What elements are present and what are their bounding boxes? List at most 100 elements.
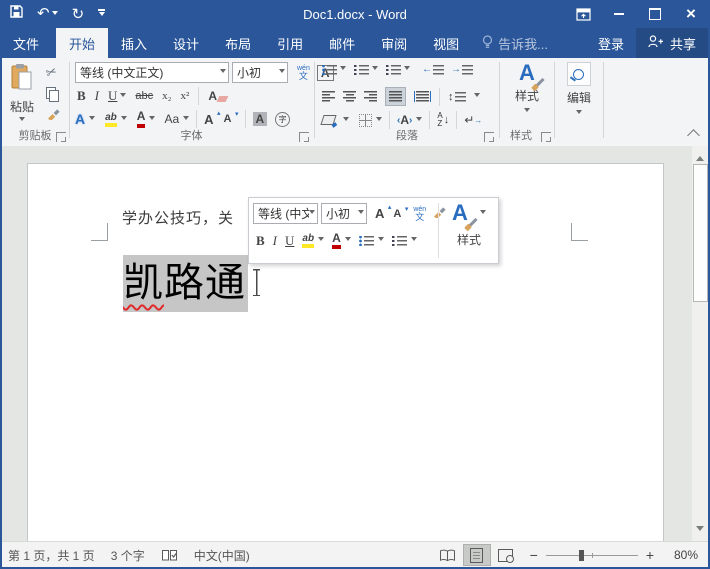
tab-file[interactable]: 文件 xyxy=(0,28,52,58)
close-button[interactable]: × xyxy=(678,3,704,25)
bold-button[interactable]: B xyxy=(77,88,86,104)
mini-grow-font-button[interactable]: A xyxy=(375,203,392,221)
mini-numbering-icon[interactable] xyxy=(391,235,407,246)
zoom-slider[interactable] xyxy=(545,549,638,561)
strikethrough-button[interactable]: abc xyxy=(135,90,153,102)
line-spacing-icon[interactable] xyxy=(448,91,466,103)
scrollbar-thumb[interactable] xyxy=(693,164,708,302)
share-button[interactable]: 共享 xyxy=(635,28,708,58)
clipboard-dialog-launcher-icon[interactable] xyxy=(56,132,66,142)
underline-button[interactable]: U xyxy=(108,88,127,104)
mini-font-color-button[interactable]: A xyxy=(332,231,341,250)
font-color-button[interactable]: A xyxy=(136,110,146,128)
zoom-slider-thumb[interactable] xyxy=(578,549,584,561)
asian-layout-label: A xyxy=(400,113,410,127)
decrease-indent-icon[interactable] xyxy=(422,64,444,75)
mini-shrink-font-button[interactable]: A xyxy=(393,205,408,220)
mini-underline-button[interactable]: U xyxy=(285,233,294,249)
margin-mark-right xyxy=(571,223,588,241)
mini-styles-button[interactable]: A 样式 xyxy=(445,202,493,248)
mini-font-size-combo[interactable]: 小初 xyxy=(321,203,367,224)
zoom-in-button[interactable]: + xyxy=(646,547,654,563)
sign-in-button[interactable]: 登录 xyxy=(586,28,636,58)
tab-insert[interactable]: 插入 xyxy=(108,28,160,58)
numbering-icon[interactable] xyxy=(354,64,369,75)
paste-button[interactable]: 粘贴 xyxy=(4,63,40,124)
tab-layout[interactable]: 布局 xyxy=(212,28,264,58)
align-center-icon[interactable] xyxy=(343,91,356,102)
text-effects-button[interactable]: A xyxy=(75,111,85,127)
web-layout-button[interactable] xyxy=(493,545,519,565)
tab-references[interactable]: 引用 xyxy=(264,28,316,58)
phonetic-guide-icon[interactable]: wén 文 xyxy=(297,65,310,81)
proofing-icon[interactable] xyxy=(153,549,186,562)
mini-bold-button[interactable]: B xyxy=(256,233,265,249)
mini-highlight-button[interactable]: ab xyxy=(302,233,315,249)
sort-button[interactable]: AZ xyxy=(437,112,449,128)
editing-button[interactable]: 编辑 xyxy=(566,62,591,117)
numbering-dropdown-icon xyxy=(372,66,378,73)
mini-italic-button[interactable]: I xyxy=(273,233,277,249)
styles-button[interactable]: 样式A 样式 xyxy=(515,62,545,115)
multilevel-list-icon[interactable] xyxy=(386,64,401,75)
shading-bucket-icon[interactable] xyxy=(320,115,337,125)
read-mode-button[interactable] xyxy=(435,545,461,565)
superscript-button[interactable]: x² xyxy=(181,90,190,102)
styles-dialog-launcher-icon[interactable] xyxy=(541,132,551,142)
clear-formatting-button[interactable]: A xyxy=(208,89,225,103)
font-size-combo[interactable]: 小初 xyxy=(232,62,288,83)
tell-me-box[interactable]: 告诉我... xyxy=(472,28,558,58)
mini-font-name-combo[interactable]: 等线 (中文 xyxy=(253,203,318,224)
font-name-combo[interactable]: 等线 (中文正文) xyxy=(75,62,229,83)
distribute-icon[interactable] xyxy=(414,91,431,102)
grow-font-button[interactable]: A xyxy=(204,109,221,127)
zoom-controls: − + xyxy=(520,547,664,563)
enclose-characters-button[interactable]: 字 xyxy=(275,111,291,127)
word-count[interactable]: 3 个字 xyxy=(103,547,153,564)
scroll-down-icon[interactable] xyxy=(696,526,704,535)
tab-home[interactable]: 开始 xyxy=(56,28,109,58)
group-separator xyxy=(554,62,555,138)
italic-button[interactable]: I xyxy=(95,88,99,104)
justify-button-active[interactable] xyxy=(385,87,406,106)
vertical-scrollbar[interactable] xyxy=(692,146,708,541)
share-label: 共享 xyxy=(669,36,696,52)
align-right-icon[interactable] xyxy=(364,91,377,102)
lightbulb-icon xyxy=(482,34,493,52)
scroll-up-icon[interactable] xyxy=(696,152,704,161)
language-indicator[interactable]: 中文(中国) xyxy=(186,547,258,564)
paragraph-dialog-launcher-icon[interactable] xyxy=(484,132,494,142)
zoom-level[interactable]: 80% xyxy=(664,548,698,562)
page-indicator[interactable]: 第 1 页，共 1 页 xyxy=(0,547,103,564)
tab-mailings[interactable]: 邮件 xyxy=(316,28,368,58)
borders-icon[interactable] xyxy=(359,113,372,127)
increase-indent-icon[interactable] xyxy=(451,64,473,75)
print-layout-button[interactable] xyxy=(462,544,491,566)
mini-phonetic-guide-icon[interactable]: wén 文 xyxy=(413,206,426,222)
copy-icon[interactable] xyxy=(46,87,59,102)
tab-view[interactable]: 视图 xyxy=(420,28,472,58)
mini-bullets-icon[interactable] xyxy=(358,235,374,246)
cut-icon[interactable]: ✂ xyxy=(44,62,63,82)
zoom-out-button[interactable]: − xyxy=(530,547,538,563)
align-left-icon[interactable] xyxy=(322,91,335,102)
bullets-icon[interactable] xyxy=(322,64,337,75)
subscript-button[interactable]: x₂ xyxy=(162,90,171,102)
change-case-button[interactable]: Aa xyxy=(164,112,179,126)
mini-font-color-dropdown-icon xyxy=(344,237,351,244)
maximize-button[interactable] xyxy=(642,3,668,25)
font-dialog-launcher-icon[interactable] xyxy=(299,132,309,142)
tab-design[interactable]: 设计 xyxy=(160,28,212,58)
collapse-ribbon-icon[interactable] xyxy=(687,129,700,142)
separator xyxy=(244,110,246,128)
mini-highlight-dropdown-icon xyxy=(318,237,325,244)
minimize-button[interactable] xyxy=(606,3,632,25)
tab-review[interactable]: 审阅 xyxy=(368,28,420,58)
shrink-font-button[interactable]: A xyxy=(224,110,239,125)
ribbon-display-options-button[interactable] xyxy=(570,3,596,25)
show-hide-marks-icon[interactable]: → xyxy=(464,113,482,127)
format-painter-icon[interactable] xyxy=(46,106,60,125)
highlight-color-button[interactable]: ab xyxy=(105,112,117,127)
asian-layout-button[interactable]: ‹ A › xyxy=(397,113,412,127)
character-shading-button[interactable]: A xyxy=(252,112,268,126)
